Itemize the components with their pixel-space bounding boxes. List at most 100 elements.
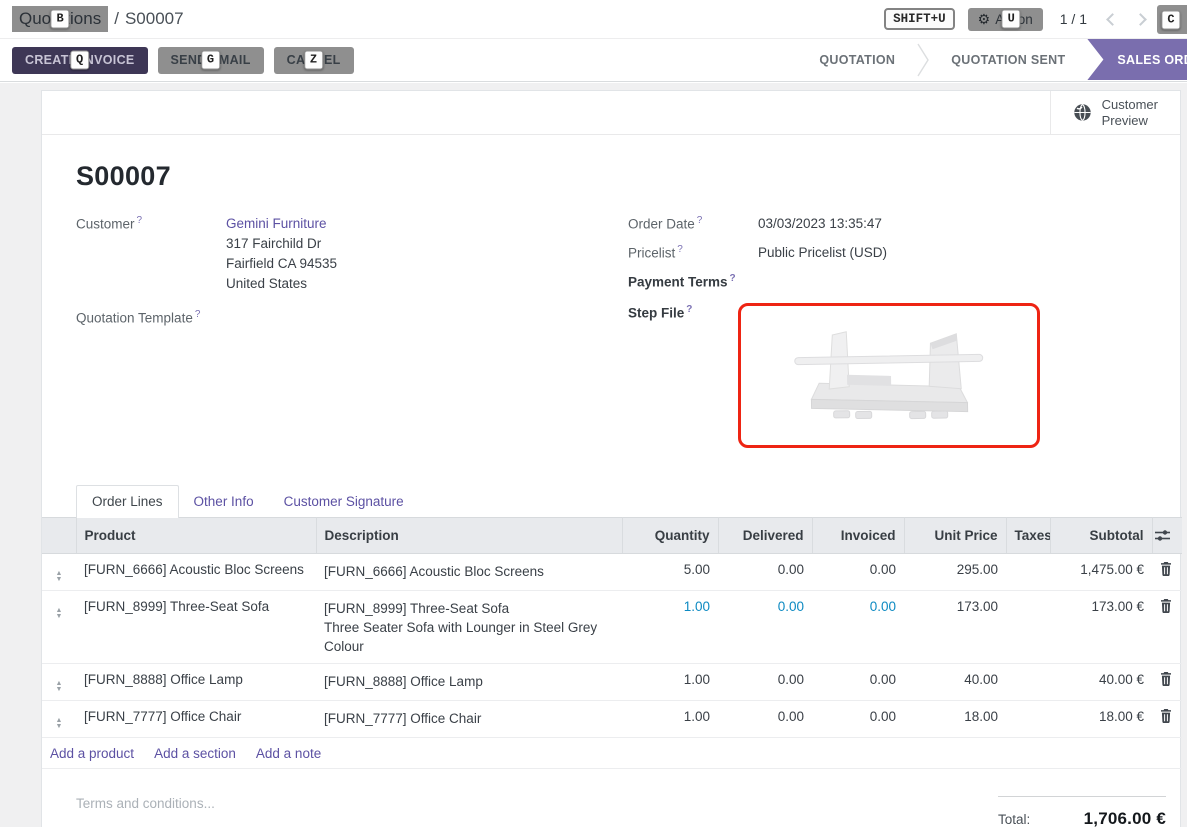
cell-product[interactable]: [FURN_7777] Office Chair	[76, 700, 316, 737]
breadcrumb-quotations-link[interactable]: Quotations B	[12, 6, 108, 32]
topbar-right-cluster: SHIFT+U ⚙ Action U 1 / 1	[884, 8, 1145, 31]
field-pricelist: Pricelist? Public Pricelist (USD)	[628, 243, 1166, 263]
field-step-file: Step File?	[628, 303, 1166, 448]
add-a-section-link[interactable]: Add a section	[154, 746, 236, 761]
column-subtotal: Subtotal	[1050, 517, 1152, 553]
tab-customer-signature[interactable]: Customer Signature	[269, 486, 419, 517]
pricelist-label: Pricelist?	[628, 243, 758, 263]
delete-row-button[interactable]	[1152, 663, 1182, 700]
send-email-button[interactable]: SEND EMAIL G	[158, 47, 264, 74]
cell-invoiced[interactable]: 0.00	[812, 700, 904, 737]
customer-link[interactable]: Gemini Furniture	[226, 216, 327, 231]
breadcrumb-separator: /	[114, 9, 119, 29]
cell-delivered[interactable]: 0.00	[718, 553, 812, 590]
keyboard-hint-badge: C	[1161, 10, 1180, 29]
cancel-button[interactable]: CANCEL Z	[274, 47, 354, 74]
drag-handle-icon[interactable]: ▲▼	[56, 571, 63, 583]
help-icon: ?	[137, 215, 143, 226]
cell-unit-price[interactable]: 18.00	[904, 700, 1006, 737]
field-payment-terms: Payment Terms?	[628, 272, 1166, 290]
column-taxes: Taxes	[1006, 517, 1050, 553]
cell-subtotal: 173.00 €	[1050, 590, 1152, 663]
status-pipeline: QUOTATION QUOTATION SENT SALES ORDER	[797, 39, 1187, 80]
pricelist-value[interactable]: Public Pricelist (USD)	[758, 243, 887, 263]
stage-sales-order-active[interactable]: SALES ORDER	[1087, 39, 1187, 80]
cell-description[interactable]: [FURN_8888] Office Lamp	[316, 663, 622, 700]
action-menu-button[interactable]: ⚙ Action U	[968, 8, 1043, 31]
column-product: Product	[76, 517, 316, 553]
quotation-template-label: Quotation Template?	[76, 308, 226, 326]
cell-subtotal: 18.00 €	[1050, 700, 1152, 737]
cell-description[interactable]: [FURN_6666] Acoustic Bloc Screens	[316, 553, 622, 590]
gear-icon: ⚙	[978, 13, 991, 25]
create-invoice-button[interactable]: CREATE INVOICE Q	[12, 47, 148, 74]
drag-handle-icon[interactable]: ▲▼	[56, 681, 63, 693]
cell-quantity[interactable]: 5.00	[622, 553, 718, 590]
pager-previous-icon[interactable]	[1106, 13, 1119, 26]
totals-block: Total: 1,706.00 €	[998, 796, 1166, 827]
keyboard-hint-badge: G	[201, 51, 221, 70]
delete-row-button[interactable]	[1152, 553, 1182, 590]
column-delivered: Delivered	[718, 517, 812, 553]
step-file-preview[interactable]	[738, 303, 1040, 448]
customer-preview-button[interactable]: Customer Preview	[1050, 91, 1180, 134]
sheet-header-strip: Customer Preview	[42, 91, 1180, 135]
cell-invoiced[interactable]: 0.00	[812, 553, 904, 590]
keyboard-hint-badge: B	[51, 10, 70, 29]
optional-columns-toggle[interactable]	[1152, 517, 1182, 553]
cell-subtotal: 1,475.00 €	[1050, 553, 1152, 590]
total-label: Total:	[998, 812, 1030, 827]
drag-handle-icon[interactable]: ▲▼	[56, 608, 63, 620]
cell-subtotal: 40.00 €	[1050, 663, 1152, 700]
clipped-toolbar-button[interactable]: C	[1157, 5, 1187, 34]
terms-and-conditions-input[interactable]: Terms and conditions...	[76, 796, 215, 827]
table-row[interactable]: ▲▼ [FURN_8888] Office Lamp [FURN_8888] O…	[42, 663, 1182, 700]
tab-other-info[interactable]: Other Info	[179, 486, 269, 517]
notebook-tabs: Order Lines Other Info Customer Signatur…	[76, 485, 1180, 517]
cell-delivered[interactable]: 0.00	[718, 700, 812, 737]
help-icon: ?	[730, 273, 736, 284]
trash-icon	[1160, 599, 1172, 613]
table-row[interactable]: ▲▼ [FURN_8999] Three-Seat Sofa [FURN_899…	[42, 590, 1182, 663]
cell-delivered[interactable]: 0.00	[718, 590, 812, 663]
stage-quotation-sent[interactable]: QUOTATION SENT	[929, 39, 1087, 80]
drag-handle-icon[interactable]: ▲▼	[56, 718, 63, 730]
pager-next-icon[interactable]	[1134, 13, 1147, 26]
keyboard-hint-badge: Z	[304, 51, 324, 70]
cell-unit-price[interactable]: 173.00	[904, 590, 1006, 663]
tab-order-lines[interactable]: Order Lines	[76, 485, 179, 518]
table-row[interactable]: ▲▼ [FURN_6666] Acoustic Bloc Screens [FU…	[42, 553, 1182, 590]
table-row[interactable]: ▲▼ [FURN_7777] Office Chair [FURN_7777] …	[42, 700, 1182, 737]
add-a-note-link[interactable]: Add a note	[256, 746, 321, 761]
cell-taxes[interactable]	[1006, 590, 1050, 663]
order-date-value[interactable]: 03/03/2023 13:35:47	[758, 214, 882, 234]
cell-delivered[interactable]: 0.00	[718, 663, 812, 700]
cell-quantity[interactable]: 1.00	[622, 700, 718, 737]
cell-invoiced[interactable]: 0.00	[812, 590, 904, 663]
total-value: 1,706.00 €	[1084, 809, 1166, 827]
cell-description[interactable]: [FURN_8999] Three-Seat Sofa Three Seater…	[316, 590, 622, 663]
cell-quantity[interactable]: 1.00	[622, 663, 718, 700]
cell-taxes[interactable]	[1006, 553, 1050, 590]
cell-unit-price[interactable]: 295.00	[904, 553, 1006, 590]
cell-taxes[interactable]	[1006, 700, 1050, 737]
sales-order-page: Quotations B / S00007 SHIFT+U ⚙ Action U…	[0, 0, 1187, 827]
delete-row-button[interactable]	[1152, 590, 1182, 663]
cell-product[interactable]: [FURN_6666] Acoustic Bloc Screens	[76, 553, 316, 590]
delete-row-button[interactable]	[1152, 700, 1182, 737]
sliders-icon	[1155, 529, 1170, 542]
cell-description[interactable]: [FURN_7777] Office Chair	[316, 700, 622, 737]
cell-taxes[interactable]	[1006, 663, 1050, 700]
cell-invoiced[interactable]: 0.00	[812, 663, 904, 700]
add-a-product-link[interactable]: Add a product	[50, 746, 134, 761]
help-icon: ?	[195, 309, 201, 320]
cell-product[interactable]: [FURN_8888] Office Lamp	[76, 663, 316, 700]
cell-unit-price[interactable]: 40.00	[904, 663, 1006, 700]
cell-quantity[interactable]: 1.00	[622, 590, 718, 663]
order-date-label: Order Date?	[628, 214, 758, 234]
cell-product[interactable]: [FURN_8999] Three-Seat Sofa	[76, 590, 316, 663]
customer-address-line: Fairfield CA 94535	[226, 254, 337, 274]
add-line-row: Add a product Add a section Add a note	[42, 737, 1182, 768]
stage-quotation[interactable]: QUOTATION	[797, 39, 917, 80]
action-status-bar: CREATE INVOICE Q SEND EMAIL G CANCEL Z Q…	[0, 39, 1187, 82]
